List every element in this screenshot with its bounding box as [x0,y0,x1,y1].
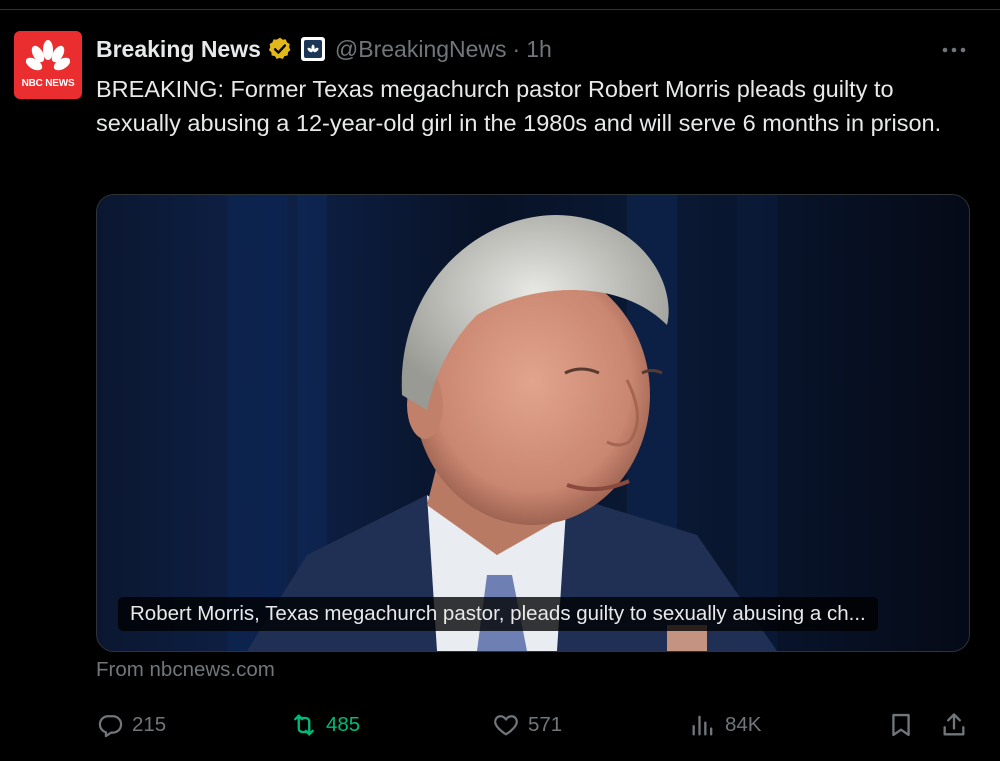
author-name[interactable]: Breaking News [96,36,261,63]
avatar-label: NBC NEWS [21,78,75,89]
separator: · [512,35,521,62]
views-icon [692,715,713,736]
views-count: 84K [725,713,762,736]
card-photo [97,195,969,651]
action-bar: 215 485 571 84K [0,703,1000,747]
reply-icon [98,715,123,738]
more-icon[interactable] [938,40,970,60]
bookmark-icon [892,713,910,737]
card-caption[interactable]: Robert Morris, Texas megachurch pastor, … [118,597,878,631]
reply-count: 215 [132,713,167,736]
like-button[interactable]: 571 [492,703,562,747]
timestamp[interactable]: 1h [526,36,552,63]
nbc-peacock-logo [26,40,70,74]
tweet-header: Breaking News @BreakingNews · 1h [96,32,552,66]
link-card[interactable]: Robert Morris, Texas megachurch pastor, … [96,194,970,652]
card-source[interactable]: From nbcnews.com [96,658,275,682]
avatar[interactable]: NBC NEWS [14,31,82,99]
like-count: 571 [528,713,563,736]
repost-icon [294,714,314,736]
share-button[interactable] [940,703,968,747]
verified-badge-icon[interactable] [267,36,293,62]
share-icon [943,713,965,736]
affiliate-badge-icon[interactable] [300,37,325,61]
author-handle[interactable]: @BreakingNews [335,36,507,63]
views-button[interactable]: 84K [689,703,761,747]
tweet-text: BREAKING: Former Texas megachurch pastor… [96,76,942,136]
heart-icon [494,715,518,736]
repost-count: 485 [326,713,361,736]
bookmark-button[interactable] [887,703,915,747]
reply-button[interactable]: 215 [96,703,166,747]
tweet[interactable]: NBC NEWS Breaking News @BreakingNews · 1… [0,10,1000,761]
repost-button[interactable]: 485 [290,703,360,747]
